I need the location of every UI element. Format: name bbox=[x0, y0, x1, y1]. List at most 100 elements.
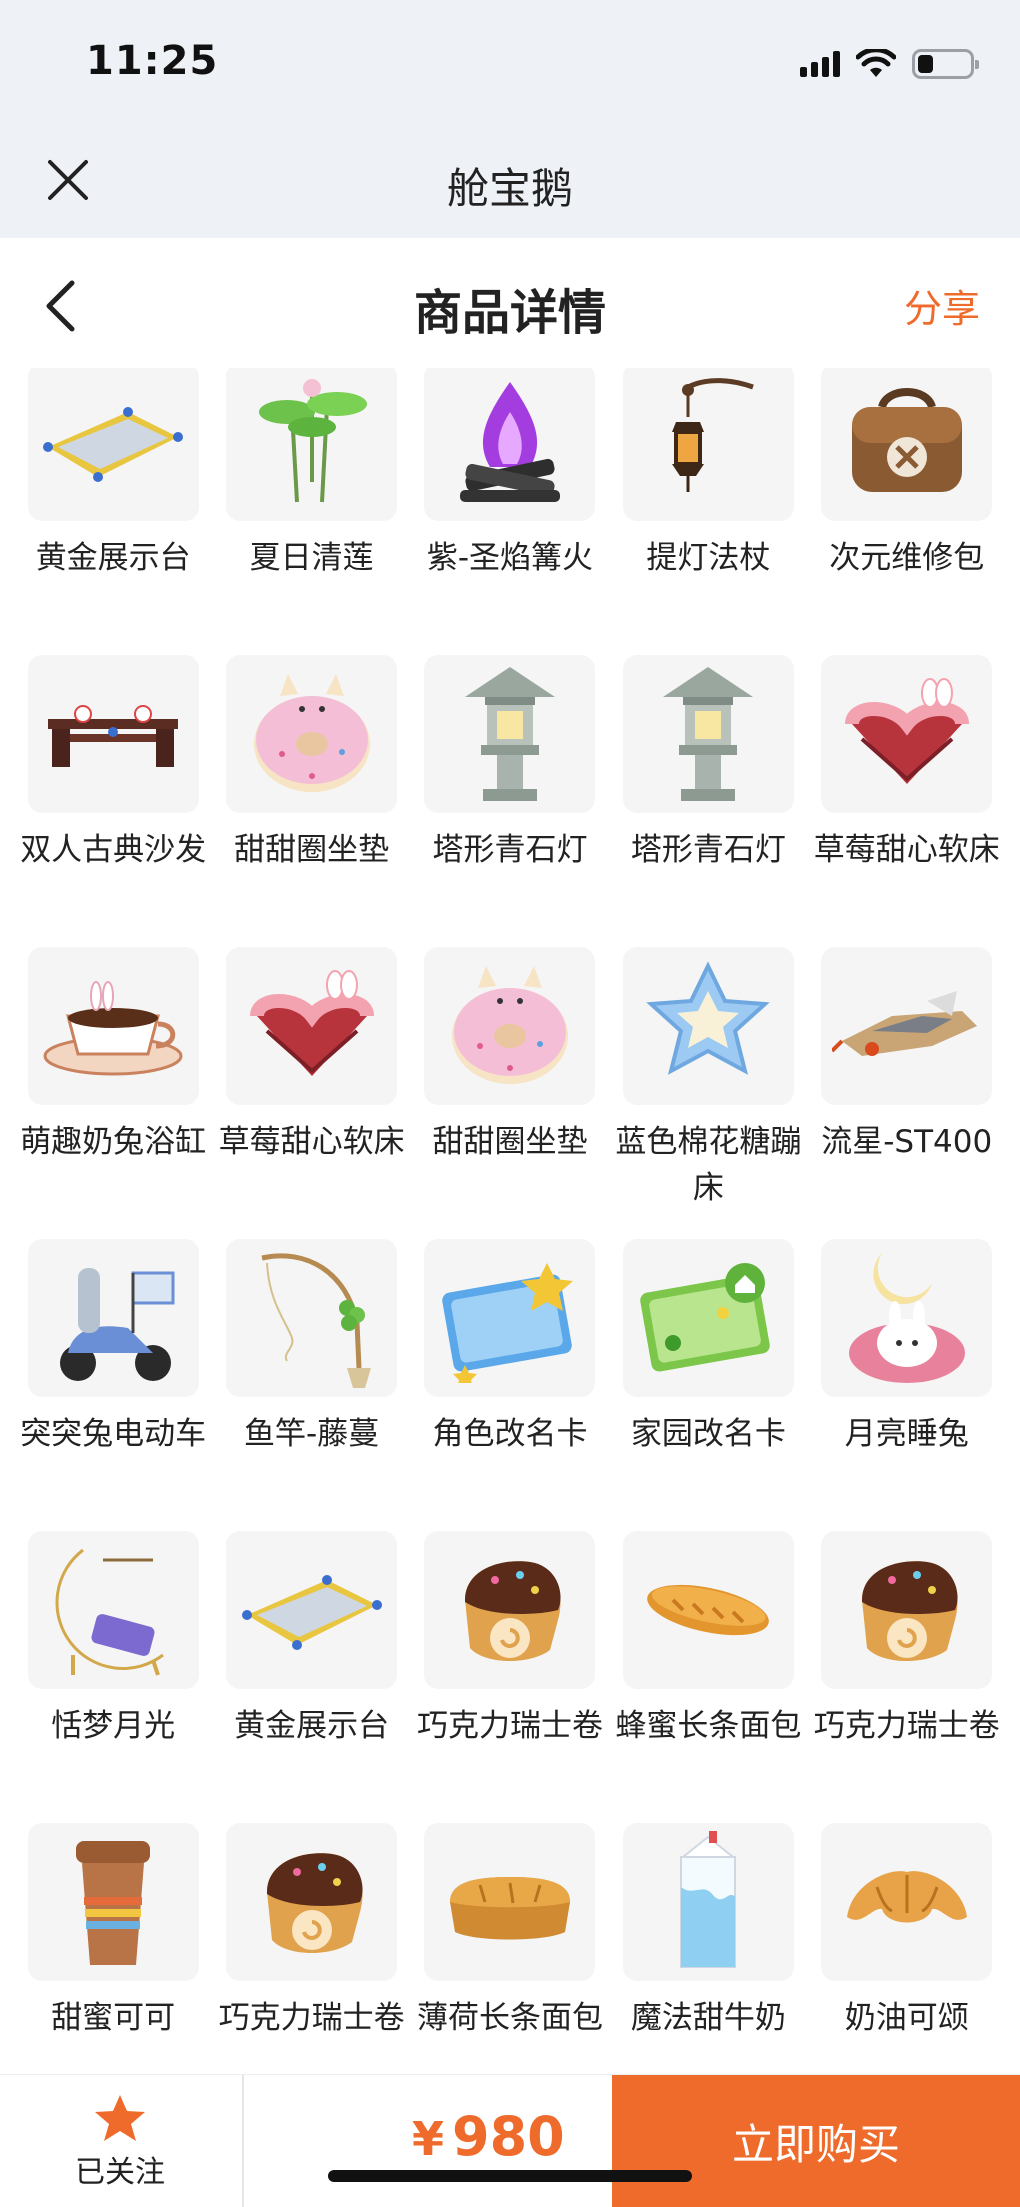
product-thumbnail bbox=[821, 1823, 993, 1981]
product-item[interactable]: 月亮睡兔 bbox=[808, 1239, 1006, 1531]
product-item[interactable]: 家园改名卡 bbox=[609, 1239, 807, 1531]
product-item[interactable]: 薄荷长条面包 bbox=[411, 1823, 609, 2074]
strawberry-bed-icon bbox=[832, 669, 982, 799]
golden-display-stand-icon bbox=[237, 1560, 387, 1660]
purple-bonfire-icon bbox=[445, 372, 575, 512]
product-item[interactable]: 草莓甜心软床 bbox=[212, 947, 410, 1239]
product-thumbnail bbox=[226, 368, 398, 521]
product-name: 恬梦月光 bbox=[51, 1708, 176, 1744]
status-time: 11:25 bbox=[86, 38, 219, 84]
meteor-vehicle-icon bbox=[831, 971, 982, 1081]
green-rename-card-icon bbox=[633, 1253, 783, 1383]
product-name: 薄荷长条面包 bbox=[416, 2000, 603, 2036]
signal-icon bbox=[800, 51, 840, 77]
product-item[interactable]: 巧克力瑞士卷 bbox=[212, 1823, 410, 2074]
swiss-roll-icon bbox=[242, 1832, 382, 1972]
product-item[interactable]: 塔形青石灯 bbox=[411, 655, 609, 947]
product-thumbnail bbox=[27, 368, 199, 521]
product-thumbnail bbox=[622, 368, 794, 521]
product-item[interactable]: 甜甜圈坐垫 bbox=[212, 655, 410, 947]
scooter-icon bbox=[38, 1243, 188, 1393]
share-button[interactable]: 分享 bbox=[904, 278, 980, 333]
product-thumbnail bbox=[27, 655, 199, 813]
swiss-roll-icon bbox=[837, 1540, 977, 1680]
product-thumbnail bbox=[424, 947, 596, 1105]
product-thumbnail bbox=[424, 1823, 596, 1981]
product-thumbnail bbox=[622, 1823, 794, 1981]
product-item[interactable]: 奶油可颂 bbox=[808, 1823, 1006, 2074]
home-indicator bbox=[328, 2170, 692, 2182]
product-name: 月亮睡兔 bbox=[844, 1416, 969, 1452]
product-name: 夏日清莲 bbox=[249, 540, 374, 576]
product-name: 鱼竿-藤蔓 bbox=[243, 1416, 380, 1452]
product-item[interactable]: 鱼竿-藤蔓 bbox=[212, 1239, 410, 1531]
product-name: 奶油可颂 bbox=[844, 2000, 969, 2036]
battery-icon bbox=[912, 49, 979, 79]
bread-loaf-icon bbox=[435, 1847, 585, 1957]
product-item[interactable]: 甜蜜可可 bbox=[14, 1823, 212, 2074]
product-item[interactable]: 流星-ST400 bbox=[808, 947, 1006, 1239]
product-item[interactable]: 角色改名卡 bbox=[411, 1239, 609, 1531]
cocoa-cup-icon bbox=[58, 1827, 168, 1977]
product-thumbnail bbox=[424, 368, 596, 521]
product-item[interactable]: 甜甜圈坐垫 bbox=[411, 947, 609, 1239]
product-item[interactable]: 蜂蜜长条面包 bbox=[609, 1531, 807, 1823]
stone-lantern-icon bbox=[653, 659, 763, 809]
product-thumbnail bbox=[424, 655, 596, 813]
product-item[interactable]: 恬梦月光 bbox=[14, 1531, 212, 1823]
product-thumbnail bbox=[821, 947, 993, 1105]
top-bar: 11:25 舱宝鹅 bbox=[0, 0, 1020, 238]
product-name: 角色改名卡 bbox=[432, 1416, 588, 1452]
buy-now-button[interactable]: 立即购买 bbox=[612, 2075, 1020, 2207]
product-item[interactable]: 双人古典沙发 bbox=[14, 655, 212, 947]
fishing-rod-icon bbox=[247, 1243, 377, 1393]
price: ¥980 bbox=[412, 2105, 565, 2168]
stone-lantern-icon bbox=[455, 659, 565, 809]
product-thumbnail bbox=[622, 1531, 794, 1689]
product-name: 草莓甜心软床 bbox=[813, 832, 1000, 868]
product-item[interactable]: 提灯法杖 bbox=[609, 368, 807, 655]
moon-bed-icon bbox=[43, 1535, 183, 1685]
product-item[interactable]: 突突兔电动车 bbox=[14, 1239, 212, 1531]
product-item[interactable]: 次元维修包 bbox=[808, 368, 1006, 655]
product-thumbnail bbox=[27, 1239, 199, 1397]
product-name: 黄金展示台 bbox=[35, 540, 191, 576]
page-title: 商品详情 bbox=[413, 285, 606, 341]
product-item[interactable]: 巧克力瑞士卷 bbox=[808, 1531, 1006, 1823]
product-item[interactable]: 黄金展示台 bbox=[14, 368, 212, 655]
currency-symbol: ¥ bbox=[412, 2112, 445, 2166]
product-name: 萌趣奶兔浴缸 bbox=[20, 1124, 207, 1160]
page-header: 商品详情 分享 bbox=[0, 238, 1020, 368]
wifi-icon bbox=[856, 49, 896, 77]
product-item[interactable]: 巧克力瑞士卷 bbox=[411, 1531, 609, 1823]
star-icon bbox=[95, 2094, 145, 2141]
product-name: 蓝色棉花糖蹦床 bbox=[615, 1124, 802, 1206]
divider bbox=[242, 2075, 244, 2207]
product-name: 塔形青石灯 bbox=[630, 832, 786, 868]
teacup-bathtub-icon bbox=[38, 966, 188, 1086]
moon-bunny-icon bbox=[837, 1243, 977, 1393]
lantern-staff-icon bbox=[648, 372, 768, 512]
product-item[interactable]: 塔形青石灯 bbox=[609, 655, 807, 947]
status-icons bbox=[800, 44, 979, 84]
product-item[interactable]: 草莓甜心软床 bbox=[808, 655, 1006, 947]
classic-sofa-icon bbox=[38, 684, 188, 784]
product-thumbnail bbox=[226, 1239, 398, 1397]
price-value: 980 bbox=[452, 2105, 565, 2168]
follow-button[interactable]: 已关注 bbox=[0, 2075, 240, 2207]
product-item[interactable]: 黄金展示台 bbox=[212, 1531, 410, 1823]
product-item[interactable]: 魔法甜牛奶 bbox=[609, 1823, 807, 2074]
donut-cushion-icon bbox=[242, 664, 382, 804]
product-name: 家园改名卡 bbox=[630, 1416, 786, 1452]
product-thumbnail bbox=[821, 368, 993, 521]
product-item[interactable]: 蓝色棉花糖蹦床 bbox=[609, 947, 807, 1239]
product-thumbnail bbox=[27, 1823, 199, 1981]
app-title: 舱宝鹅 bbox=[446, 164, 573, 213]
product-item[interactable]: 紫-圣焰篝火 bbox=[411, 368, 609, 655]
bottom-bar: 已关注 ¥980 立即购买 bbox=[0, 2074, 1020, 2207]
product-item[interactable]: 萌趣奶兔浴缸 bbox=[14, 947, 212, 1239]
product-item[interactable]: 夏日清莲 bbox=[212, 368, 410, 655]
item-grid: 黄金展示台 夏日清莲 紫-圣焰篝火 提灯法杖 次元维修包 双人古典沙发 甜甜圈坐垫 塔形青石灯… bbox=[0, 368, 1020, 2074]
product-name: 巧克力瑞士卷 bbox=[218, 2000, 405, 2036]
product-thumbnail bbox=[226, 947, 398, 1105]
